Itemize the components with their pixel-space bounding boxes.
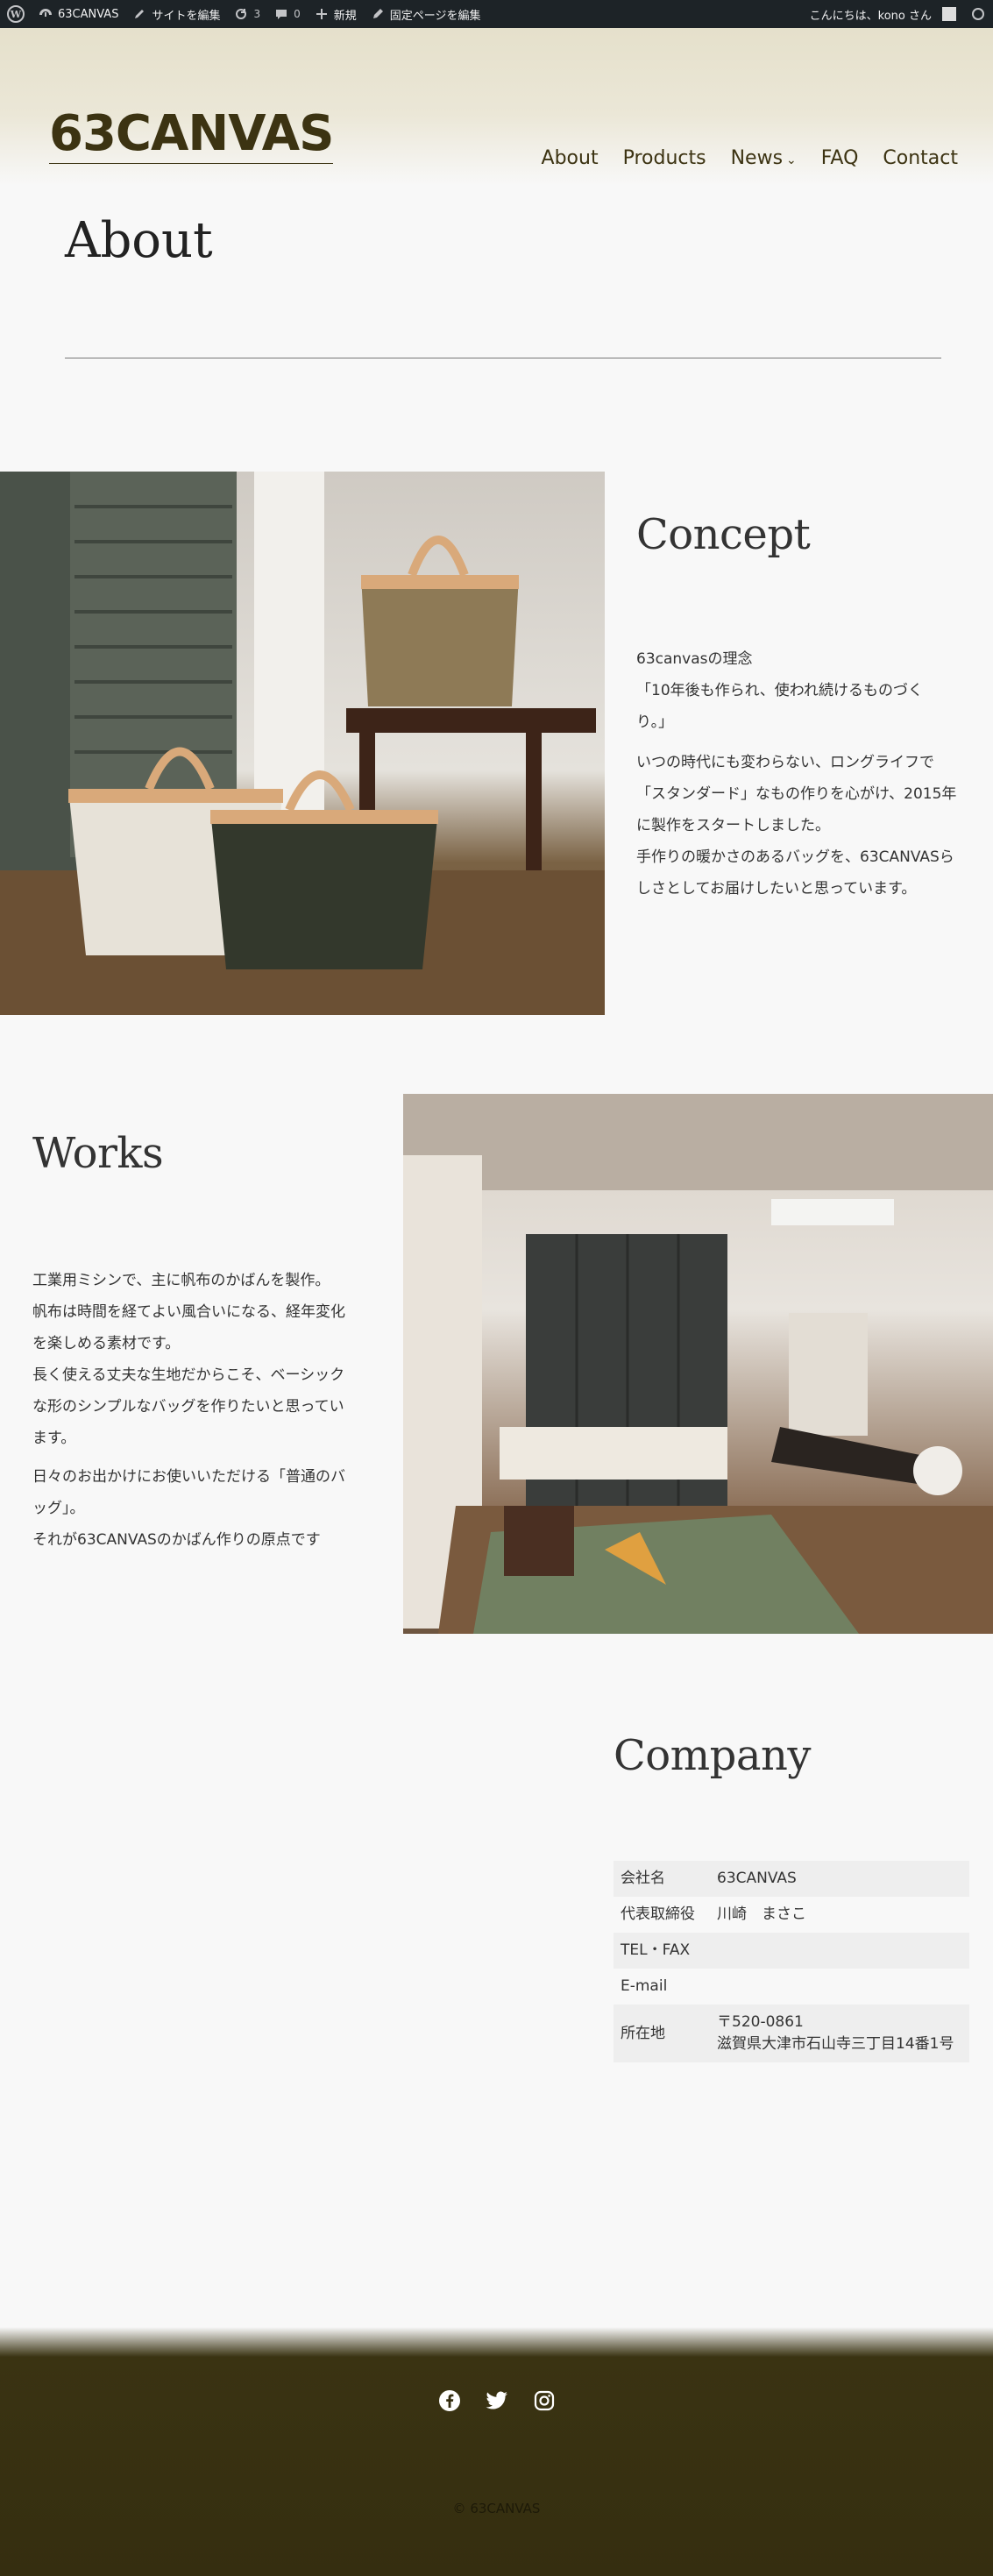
table-row: TEL・FAX xyxy=(614,1933,969,1969)
admin-customize[interactable]: サイトを編集 xyxy=(125,0,227,28)
works-line: ッグ」。 xyxy=(32,1500,85,1517)
nav-news[interactable]: News ⌄ xyxy=(731,147,797,169)
admin-new-label: 新規 xyxy=(333,9,357,23)
page-title: About xyxy=(65,212,213,269)
admin-edit-page[interactable]: 固定ページを編集 xyxy=(364,0,488,28)
company-value xyxy=(710,1933,969,1969)
site-header: 63CANVAS About Products News ⌄ FAQ Contac… xyxy=(0,28,993,186)
company-key: 代表取締役 xyxy=(621,1905,695,1923)
nav-products[interactable]: Products xyxy=(623,147,706,169)
works-text: 工業用ミシンで、主に帆布のかばんを製作。 帆布は時間を経てよい風合いになる、経年… xyxy=(32,1265,383,1556)
updates-icon xyxy=(236,9,247,19)
company-key: 所在地 xyxy=(614,2005,710,2062)
nav-contact[interactable]: Contact xyxy=(883,147,958,169)
admin-bar: W 63CANVAS サイトを編集 3 0 新規 固定ページを編集 こんにちは、… xyxy=(0,0,993,28)
company-value xyxy=(710,1969,969,2005)
avatar xyxy=(942,7,956,21)
admin-account[interactable]: こんにちは、kono さん xyxy=(803,0,963,28)
search-icon[interactable] xyxy=(972,8,984,20)
table-row: 所在地 〒520-0861 滋賀県大津市石山寺三丁目14番1号 xyxy=(614,2005,969,2062)
social-links xyxy=(0,2388,993,2413)
company-value: 川崎 まさこ xyxy=(717,1905,806,1923)
admin-greeting: こんにちは、kono さん xyxy=(809,9,932,23)
facebook-icon[interactable] xyxy=(437,2388,462,2413)
admin-comments-count: 0 xyxy=(294,8,301,20)
site-logo[interactable]: 63CANVAS xyxy=(49,107,334,164)
works-line: それが63CANVASのかばん作りの原点です xyxy=(32,1531,321,1549)
company-heading: Company xyxy=(614,1731,812,1780)
concept-text: 63canvasの理念 「10年後も作られ、使われ続けるものづく り。」 いつの… xyxy=(636,643,978,905)
admin-new[interactable]: 新規 xyxy=(308,0,364,28)
concept-line: 「スタンダード」なもの作りを心がけ、2015年 xyxy=(636,785,957,803)
works-line: を楽しめる素材です。 xyxy=(32,1335,181,1352)
concept-line: に製作をスタートしました。 xyxy=(636,817,830,834)
postal-code: 〒520-0861 xyxy=(717,2013,804,2031)
dashboard-icon xyxy=(39,9,52,17)
concept-line: 63canvasの理念 xyxy=(636,650,753,668)
brush-icon xyxy=(135,10,145,18)
admin-updates-count: 3 xyxy=(253,8,261,20)
works-line: 帆布は時間を経てよい風合いになる、経年変化 xyxy=(32,1303,345,1321)
wordpress-icon: W xyxy=(7,5,25,23)
company-info-table: 会社名 63CANVAS 代表取締役 川崎 まさこ TEL・FAX E-mail… xyxy=(614,1861,969,2062)
concept-heading: Concept xyxy=(636,510,811,559)
works-heading: Works xyxy=(32,1129,164,1178)
site-footer xyxy=(0,2327,993,2576)
works-line: な形のシンプルなバッグを作りたいと思ってい xyxy=(32,1398,344,1416)
concept-line: しさとしてお届けしたいと思っています。 xyxy=(636,880,917,898)
concept-line: り。」 xyxy=(636,713,674,731)
twitter-icon[interactable] xyxy=(485,2388,509,2413)
admin-site-name[interactable]: 63CANVAS xyxy=(32,0,125,28)
table-row: 代表取締役 川崎 まさこ xyxy=(614,1897,969,1933)
plus-icon xyxy=(316,9,327,19)
works-line: 日々のお出かけにお使いいただける「普通のバ xyxy=(32,1468,345,1486)
pencil-icon xyxy=(372,9,383,18)
company-key: E-mail xyxy=(621,1977,668,1995)
works-line: ます。 xyxy=(32,1430,76,1447)
address: 滋賀県大津市石山寺三丁目14番1号 xyxy=(717,2035,954,2053)
chevron-down-icon: ⌄ xyxy=(786,153,797,167)
works-line: 長く使える丈夫な生地だからこそ、ベーシック xyxy=(32,1366,345,1384)
admin-site-name-label: 63CANVAS xyxy=(58,7,119,21)
nav-faq[interactable]: FAQ xyxy=(821,147,859,169)
instagram-icon[interactable] xyxy=(532,2388,557,2413)
concept-bags-photo xyxy=(0,472,605,1015)
admin-updates[interactable]: 3 xyxy=(227,0,267,28)
nav-news-label: News xyxy=(730,147,784,169)
wp-logo-menu[interactable]: W xyxy=(0,0,32,28)
table-row: E-mail xyxy=(614,1969,969,2005)
workshop-photo xyxy=(403,1094,993,1634)
table-row: 会社名 63CANVAS xyxy=(614,1861,969,1897)
admin-comments[interactable]: 0 xyxy=(267,0,308,28)
copyright: © 63CANVAS xyxy=(452,2501,541,2516)
company-value: 〒520-0861 滋賀県大津市石山寺三丁目14番1号 xyxy=(710,2005,969,2062)
admin-edit-page-label: 固定ページを編集 xyxy=(389,9,481,23)
comment-icon xyxy=(276,10,287,19)
admin-customize-label: サイトを編集 xyxy=(152,9,221,23)
company-key: TEL・FAX xyxy=(614,1933,710,1969)
concept-line: 手作りの暖かさのあるバッグを、63CANVASら xyxy=(636,848,954,866)
works-line: 工業用ミシンで、主に帆布のかばんを製作。 xyxy=(32,1272,330,1289)
main-nav: About Products News ⌄ FAQ Contact xyxy=(542,147,958,169)
nav-about[interactable]: About xyxy=(542,147,599,169)
company-key: 会社名 xyxy=(614,1861,710,1897)
concept-line: 「10年後も作られ、使われ続けるものづく xyxy=(636,682,923,699)
company-value: 63CANVAS xyxy=(710,1861,969,1897)
concept-line: いつの時代にも変わらない、ロングライフで xyxy=(636,754,934,771)
